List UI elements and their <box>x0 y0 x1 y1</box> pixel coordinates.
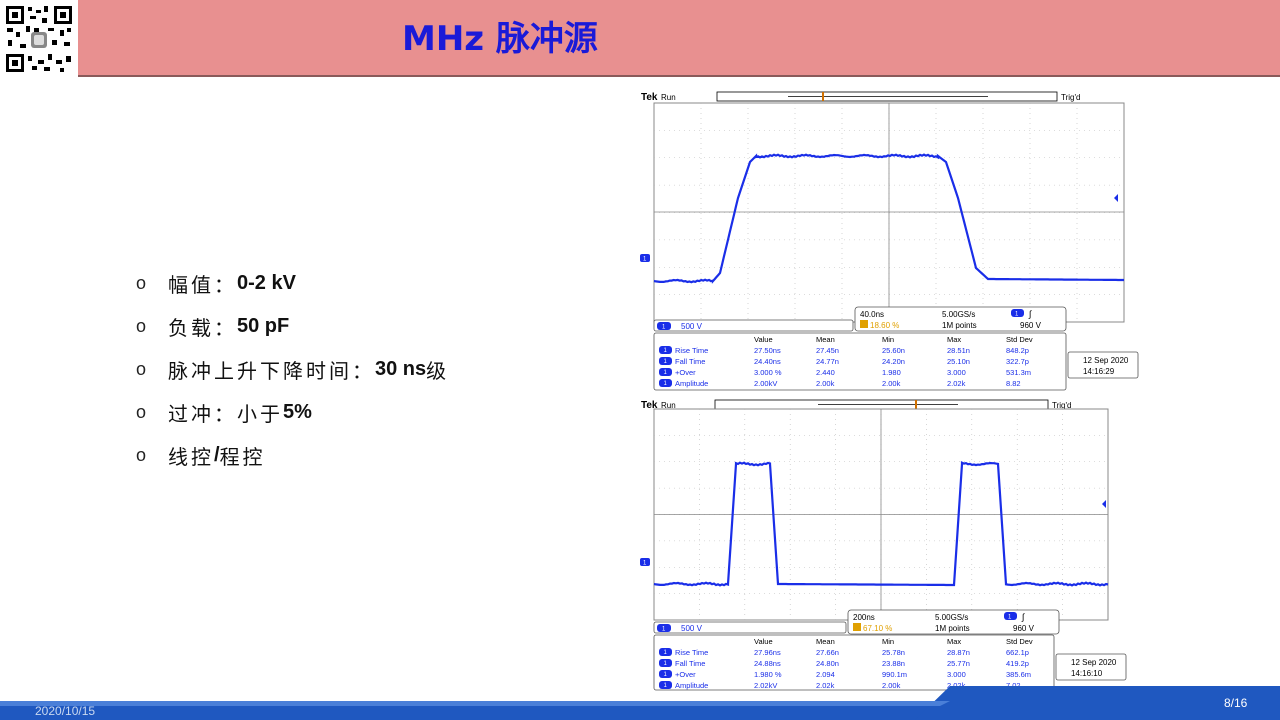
oscilloscope-screen-2: Tek Run Trig'd T 1 200ns 5.00GS/s 1 ∫ 67… <box>638 396 1140 692</box>
measurement-value: 27.66n <box>816 648 839 657</box>
measurement-name: Fall Time <box>675 659 705 668</box>
measurement-value: 27.50ns <box>754 346 781 355</box>
scope-date: 12 Sep 2020 <box>1083 356 1129 365</box>
spec-list: o 幅值： 0-2 kV o 负载： 50 pF o 脉冲上升下降时间： 30 ns 级… <box>136 262 449 477</box>
timebase-value: 40.0ns <box>860 310 884 319</box>
timebase-value: 200ns <box>853 613 875 622</box>
page-number: 8/16 <box>1224 696 1248 710</box>
measurement-name: Amplitude <box>675 379 708 388</box>
trigger-level-value: 960 V <box>1020 321 1042 330</box>
measurement-value: 28.51n <box>947 346 970 355</box>
record-length-value: 1M points <box>935 624 970 633</box>
channel-scale-value: 500 V <box>681 624 703 633</box>
measurement-value: 2.440 <box>816 368 835 377</box>
measurement-value: 419.2p <box>1006 659 1029 668</box>
list-item: o 线控 / 程控 <box>136 444 266 469</box>
measurement-column-header: Max <box>947 637 961 646</box>
measurement-value: 2.02k <box>947 379 966 388</box>
measurement-value: 2.00kV <box>754 379 777 388</box>
trigger-level-value: 960 V <box>1013 624 1035 633</box>
measurement-column-header: Value <box>754 637 773 646</box>
measurement-column-header: Mean <box>816 335 835 344</box>
measurement-value: 24.80n <box>816 659 839 668</box>
measurement-column-header: Value <box>754 335 773 344</box>
measurement-name: +Over <box>675 670 696 679</box>
measurement-value: 27.96ns <box>754 648 781 657</box>
measurement-value: 24.77n <box>816 357 839 366</box>
measurement-value: 1.980 <box>882 368 901 377</box>
measurement-value: 24.88ns <box>754 659 781 668</box>
measurement-panel <box>653 634 1055 691</box>
measurement-value: 2.00k <box>816 379 835 388</box>
measurement-name: Fall Time <box>675 357 705 366</box>
measurement-value: 25.60n <box>882 346 905 355</box>
measurement-column-header: Min <box>882 637 894 646</box>
measurement-value: 1.980 % <box>754 670 782 679</box>
run-status: Run <box>661 93 676 102</box>
measurement-value: 25.10n <box>947 357 970 366</box>
qr-code-icon <box>4 4 74 74</box>
list-item: o 脉冲上升下降时间： 30 ns 级 <box>136 358 450 383</box>
measurement-panel <box>653 332 1067 391</box>
trigger-position-value: 67.10 % <box>863 624 892 633</box>
footer-band <box>0 686 1280 720</box>
measurement-value: 385.6m <box>1006 670 1031 679</box>
circle-bullet-icon: o <box>136 359 147 379</box>
list-item: o 幅值： 0-2 kV <box>136 272 296 297</box>
scope-date: 12 Sep 2020 <box>1071 658 1117 667</box>
measurement-value: 25.77n <box>947 659 970 668</box>
footer-date: 2020/10/15 <box>35 704 96 718</box>
sample-rate-value: 5.00GS/s <box>942 310 975 319</box>
record-length-value: 1M points <box>942 321 977 330</box>
measurement-column-header: Std Dev <box>1006 335 1033 344</box>
measurement-value: 8.82 <box>1006 379 1021 388</box>
measurement-column-header: Max <box>947 335 961 344</box>
trigger-icon <box>860 320 868 328</box>
scope-time: 14:16:29 <box>1083 367 1115 376</box>
measurement-value: 27.45n <box>816 346 839 355</box>
measurement-value: 25.78n <box>882 648 905 657</box>
circle-bullet-icon: o <box>136 402 147 422</box>
measurement-value: 2.00k <box>882 379 901 388</box>
header-band <box>78 0 1280 77</box>
circle-bullet-icon: o <box>136 273 147 293</box>
measurement-value: 322.7p <box>1006 357 1029 366</box>
tek-logo: Tek <box>641 92 658 103</box>
list-item: o 过冲：小于 5% <box>136 401 312 426</box>
channel-1-marker: 1 <box>640 254 650 263</box>
measurement-name: Rise Time <box>675 346 708 355</box>
measurement-column-header: Std Dev <box>1006 637 1033 646</box>
measurement-value: 24.20n <box>882 357 905 366</box>
channel-1-marker: 1 <box>640 558 650 567</box>
measurement-column-header: Min <box>882 335 894 344</box>
measurement-value: 3.000 <box>947 368 966 377</box>
measurement-value: 2.094 <box>816 670 835 679</box>
channel-scale-value: 500 V <box>681 322 703 331</box>
measurement-column-header: Mean <box>816 637 835 646</box>
measurement-value: 662.1p <box>1006 648 1029 657</box>
circle-bullet-icon: o <box>136 316 147 336</box>
measurement-value: 990.1m <box>882 670 907 679</box>
measurement-value: 3.000 % <box>754 368 782 377</box>
measurement-value: 28.87n <box>947 648 970 657</box>
measurement-value: 24.40ns <box>754 357 781 366</box>
page-title: MHz 脉冲源 <box>402 19 598 59</box>
measurement-value: 848.2p <box>1006 346 1029 355</box>
measurement-value: 531.3m <box>1006 368 1031 377</box>
trigger-position-value: 18.60 % <box>870 321 899 330</box>
scope-time: 14:16:10 <box>1071 669 1103 678</box>
measurement-name: +Over <box>675 368 696 377</box>
trigger-icon <box>853 623 861 631</box>
sample-rate-value: 5.00GS/s <box>935 613 968 622</box>
oscilloscope-screen-1: Tek Run Trig'd T 1 40.0ns 5.00GS/s 1 ∫ 1… <box>638 88 1140 394</box>
circle-bullet-icon: o <box>136 445 147 465</box>
measurement-value: 3.000 <box>947 670 966 679</box>
measurement-name: Rise Time <box>675 648 708 657</box>
list-item: o 负载： 50 pF <box>136 315 290 340</box>
measurement-value: 23.88n <box>882 659 905 668</box>
trigger-status: Trig'd <box>1061 93 1080 102</box>
